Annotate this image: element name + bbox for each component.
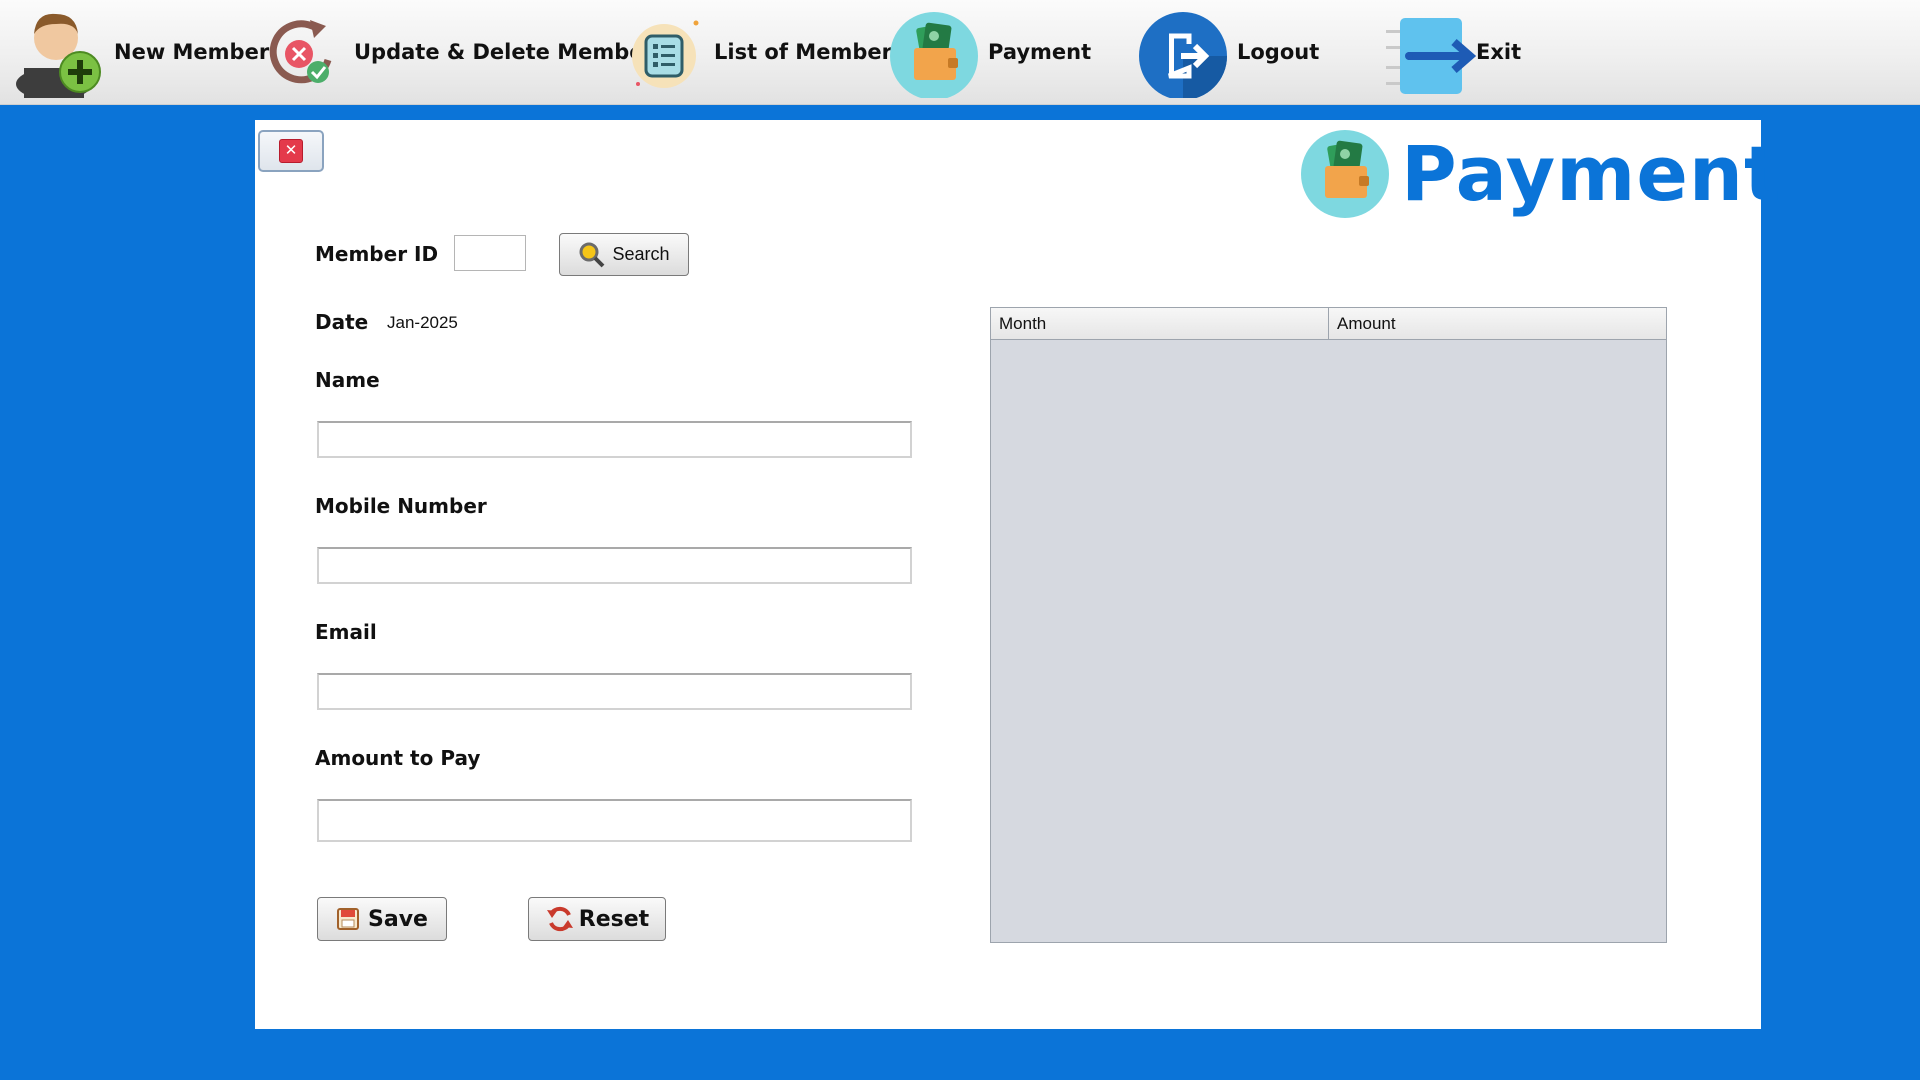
date-value: Jan-2025 [387, 313, 458, 332]
close-icon: ✕ [279, 139, 303, 163]
payment-button[interactable]: Payment [888, 0, 1091, 104]
update-delete-member-label: Update & Delete Member [354, 40, 654, 64]
exit-label: Exit [1476, 40, 1522, 64]
search-button[interactable]: Search [559, 233, 689, 276]
exit-icon [1384, 6, 1477, 98]
logout-icon [1137, 6, 1229, 100]
member-id-input[interactable] [454, 235, 526, 271]
payment-panel: ✕ Payment Member ID Search Date Jan-2025… [255, 120, 1780, 1029]
add-user-icon [14, 6, 106, 100]
update-delete-icon [268, 6, 338, 98]
column-header-month[interactable]: Month [991, 308, 1329, 339]
top-toolbar: New Member Update & Delete Member List o… [0, 0, 1920, 105]
search-icon [579, 242, 605, 267]
name-input[interactable] [317, 421, 912, 458]
close-button[interactable]: ✕ [258, 130, 324, 172]
save-button[interactable]: Save [317, 897, 447, 941]
payments-table[interactable]: Month Amount [990, 307, 1667, 943]
email-label: Email [315, 620, 377, 644]
update-delete-member-button[interactable]: Update & Delete Member [268, 0, 654, 104]
logout-label: Logout [1237, 40, 1320, 64]
list-icon [626, 6, 702, 98]
member-id-label: Member ID [315, 242, 439, 266]
new-member-label: New Member [114, 40, 270, 64]
wallet-icon [888, 6, 980, 100]
page-title: Payment [1401, 129, 1782, 218]
payment-label: Payment [988, 40, 1092, 64]
reset-label: Reset [578, 906, 650, 932]
list-of-members-label: List of Members [714, 40, 905, 64]
name-label: Name [315, 368, 380, 392]
email-input[interactable] [317, 673, 912, 710]
mobile-number-input[interactable] [317, 547, 912, 584]
wallet-icon [1299, 128, 1391, 220]
save-icon [337, 908, 360, 930]
amount-to-pay-label: Amount to Pay [315, 746, 481, 770]
search-label: Search [612, 244, 670, 264]
amount-to-pay-input[interactable] [317, 799, 912, 842]
list-of-members-button[interactable]: List of Members [626, 0, 904, 104]
reset-button[interactable]: Reset [528, 897, 666, 941]
column-header-amount[interactable]: Amount [1329, 308, 1666, 339]
mobile-number-label: Mobile Number [315, 494, 487, 518]
exit-button[interactable]: Exit [1384, 0, 1521, 104]
date-label: Date [315, 310, 369, 334]
new-member-button[interactable]: New Member [14, 0, 269, 104]
save-label: Save [368, 906, 428, 932]
reset-icon [546, 906, 573, 932]
logout-button[interactable]: Logout [1137, 0, 1319, 104]
table-header-row: Month Amount [991, 308, 1666, 340]
